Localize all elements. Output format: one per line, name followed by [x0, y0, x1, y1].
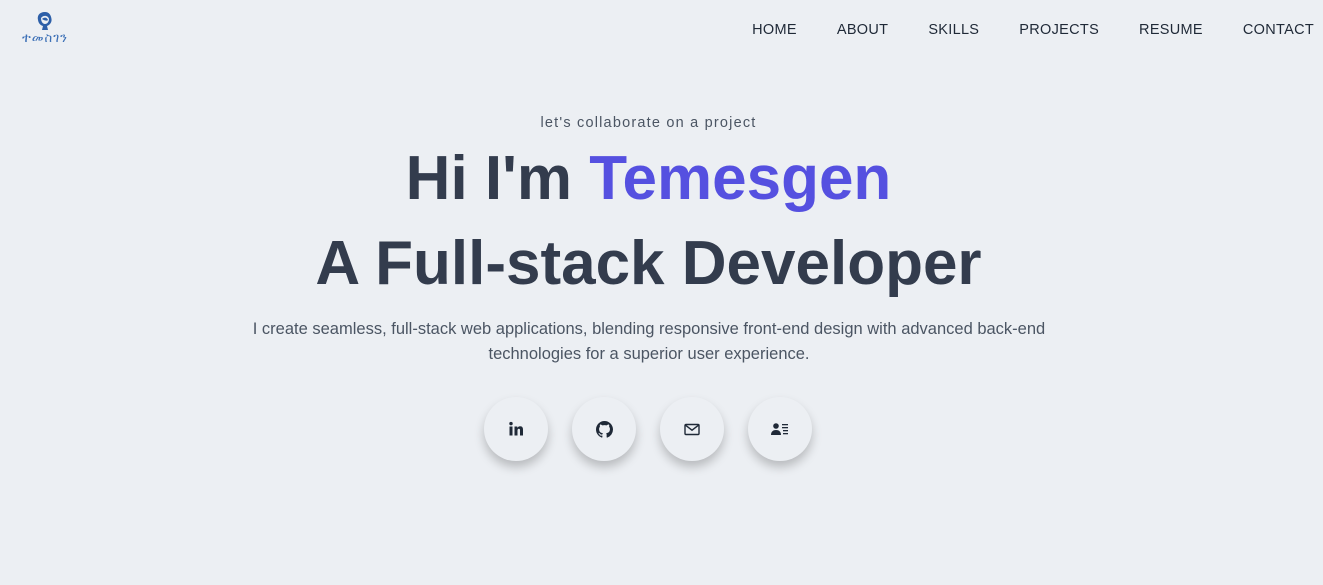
mail-icon [684, 423, 700, 436]
nav-projects[interactable]: PROJECTS [1019, 22, 1099, 38]
main-nav: HOME ABOUT SKILLS PROJECTS RESUME CONTAC… [752, 22, 1314, 38]
linkedin-button[interactable] [484, 397, 548, 461]
linkedin-icon [508, 421, 524, 437]
site-header: ተመስገን HOME ABOUT SKILLS PROJECTS RESUME … [0, 0, 1323, 62]
github-icon [595, 420, 613, 438]
portrait-logo-icon [34, 11, 56, 31]
resume-contact-button[interactable] [748, 397, 812, 461]
greeting-text: Hi I'm [405, 144, 590, 213]
github-button[interactable] [572, 397, 636, 461]
nav-about[interactable]: ABOUT [837, 22, 888, 38]
hero-role: A Full-stack Developer [315, 229, 982, 298]
nav-home[interactable]: HOME [752, 22, 797, 38]
hero-name: Temesgen [589, 144, 892, 213]
page: ተመስገን HOME ABOUT SKILLS PROJECTS RESUME … [0, 0, 1323, 585]
hero-description: I create seamless, full-stack web applic… [252, 320, 1046, 363]
email-button[interactable] [660, 397, 724, 461]
hero-greeting: Hi I'm Temesgen [0, 148, 1297, 210]
nav-skills[interactable]: SKILLS [928, 22, 979, 38]
nav-contact[interactable]: CONTACT [1243, 22, 1314, 38]
social-links [484, 397, 812, 461]
hero-tagline: let's collaborate on a project [540, 115, 757, 131]
nav-resume[interactable]: RESUME [1139, 22, 1203, 38]
logo[interactable]: ተመስገን [12, 11, 78, 51]
contact-card-icon [771, 422, 789, 436]
logo-text: ተመስገን [22, 31, 68, 46]
